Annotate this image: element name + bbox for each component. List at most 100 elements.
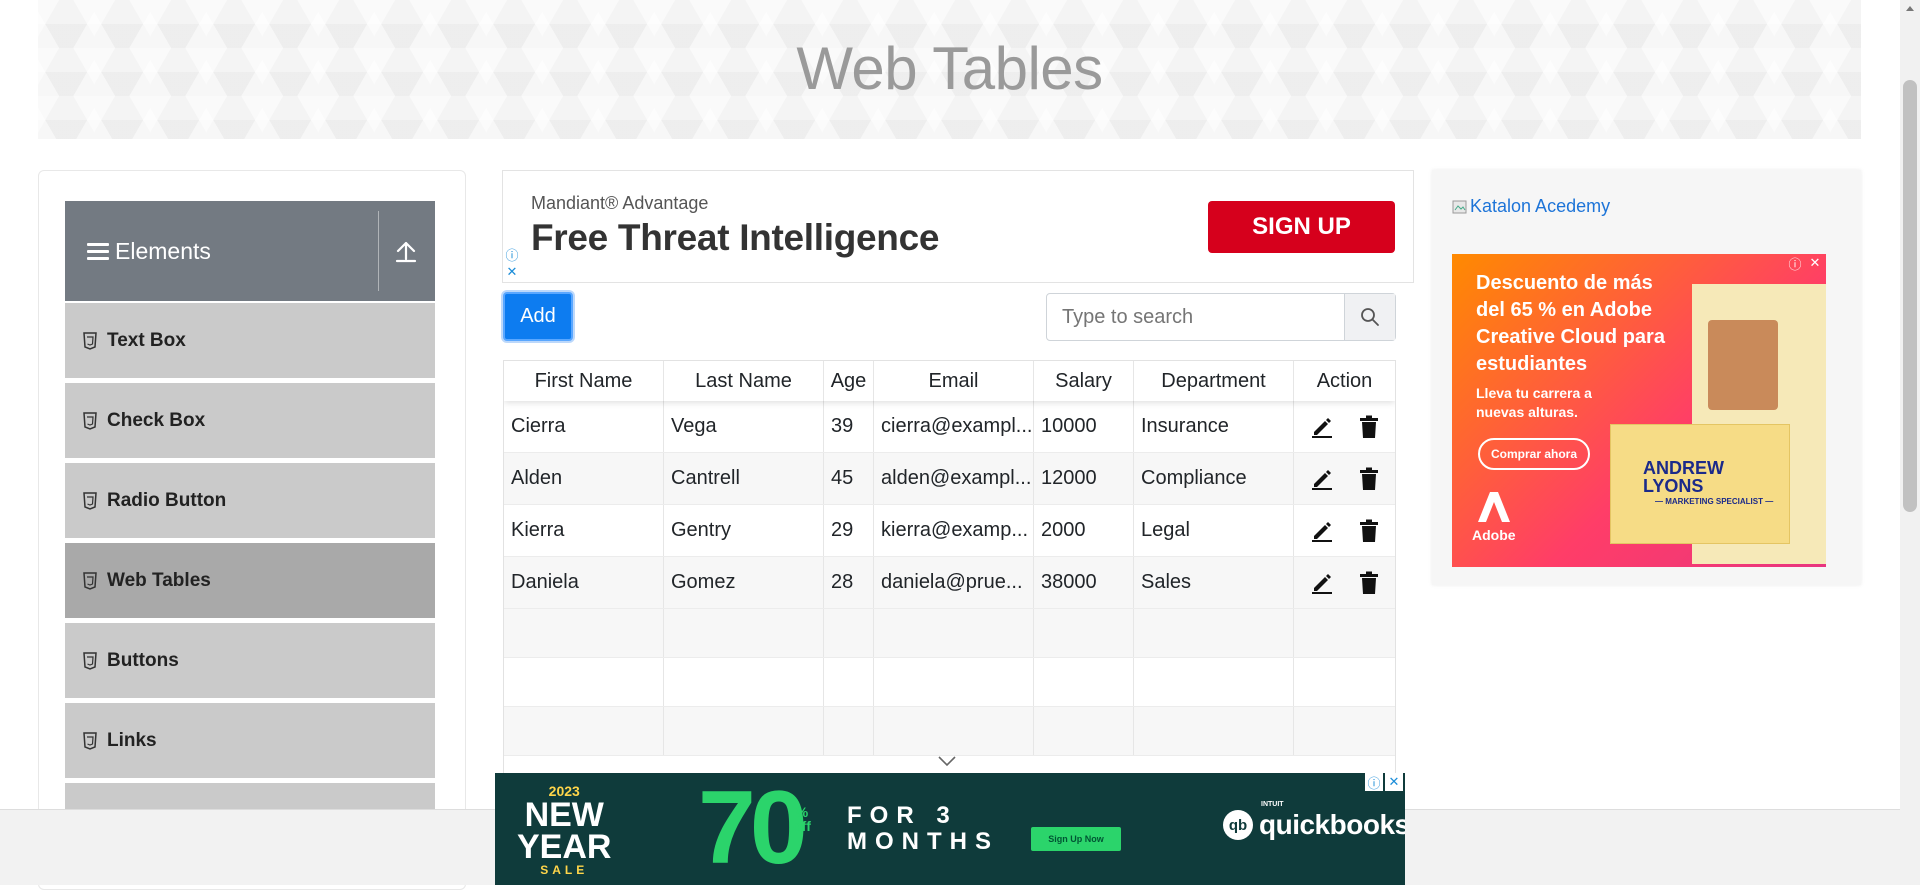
column-header[interactable]: Email — [874, 361, 1034, 401]
table-cell: 38000 — [1034, 557, 1134, 608]
quickbooks-wordmark: quickbooks — [1259, 809, 1405, 840]
hamburger-icon — [87, 242, 109, 260]
ad-info-icon[interactable]: ⓘ — [1786, 254, 1804, 272]
table-cell: Legal — [1134, 505, 1294, 556]
add-record-button[interactable]: Add — [503, 292, 573, 341]
ad-offer-line2: MONTHS — [847, 828, 999, 855]
page-title: Web Tables — [796, 35, 1103, 102]
table-cell — [824, 658, 874, 706]
scrollbar-thumb[interactable] — [1903, 80, 1917, 512]
table-cell — [824, 609, 874, 657]
sidebar-item-label: Check Box — [107, 409, 206, 431]
ad-info-icon[interactable]: ⓘ — [1365, 773, 1383, 791]
sidebar-item-label: Links — [107, 729, 157, 751]
new-year-badge: 2023 NEW YEAR SALE — [517, 783, 611, 877]
adobe-ad-subline: Lleva tu carrera a nuevas alturas. — [1476, 385, 1592, 420]
delete-trash-icon[interactable] — [1358, 415, 1380, 439]
table-cell: Cierra — [504, 401, 664, 452]
search-box — [1046, 293, 1396, 341]
ad-new: NEW — [524, 796, 604, 834]
portrait-image — [1708, 320, 1778, 410]
right-ad-panel: Katalon Acedemy Descuento de más del 65 … — [1432, 170, 1861, 585]
table-cell: 39 — [824, 401, 874, 452]
search-icon — [1361, 308, 1379, 326]
edit-pencil-icon[interactable] — [1310, 571, 1334, 595]
table-cell: Kierra — [504, 505, 664, 556]
sidebar-item-label: Radio Button — [107, 489, 227, 511]
row-actions — [1294, 401, 1395, 452]
table-cell — [1034, 658, 1134, 706]
adobe-buy-button[interactable]: Comprar ahora — [1478, 438, 1590, 470]
ad-signup-button[interactable]: SIGN UP — [1208, 201, 1395, 253]
sidebar-item-web-tables[interactable]: Web Tables — [65, 541, 435, 618]
top-ad-banner[interactable]: Mandiant® Advantage Free Threat Intellig… — [502, 170, 1414, 283]
column-header[interactable]: Last Name — [664, 361, 824, 401]
delete-trash-icon[interactable] — [1358, 467, 1380, 491]
intuit-label: INTUIT — [1261, 801, 1284, 808]
sidebar-item-text-box[interactable]: Text Box — [65, 301, 435, 378]
table-cell — [874, 707, 1034, 755]
katalon-ad-link[interactable]: Katalon Acedemy — [1452, 196, 1610, 217]
search-button[interactable] — [1344, 294, 1395, 340]
column-header[interactable]: Department — [1134, 361, 1294, 401]
collapse-arrow-icon[interactable] — [395, 237, 417, 265]
adobe-ad-headline: Descuento de más del 65 % en Adobe Creat… — [1476, 272, 1665, 375]
ad-close-icon[interactable]: ✕ — [1385, 773, 1403, 791]
delete-trash-icon[interactable] — [1358, 519, 1380, 543]
group-title: Elements — [115, 237, 211, 264]
html5-icon — [83, 331, 97, 350]
table-row: Cierra Vega 39 cierra@exampl... 10000 Insuran… — [504, 401, 1395, 453]
table-cell — [1294, 609, 1395, 657]
table-cell: Gomez — [664, 557, 824, 608]
ad-year-word: YEAR — [517, 828, 612, 866]
elements-group-header[interactable]: Elements — [65, 201, 435, 301]
table-cell: Insurance — [1134, 401, 1294, 452]
adobe-a-icon — [1477, 492, 1510, 522]
delete-trash-icon[interactable] — [1358, 571, 1380, 595]
header-divider — [378, 211, 379, 291]
table-cell — [504, 609, 664, 657]
table-cell: Cantrell — [664, 453, 824, 504]
table-row-empty — [504, 658, 1395, 707]
sidebar-item-buttons[interactable]: Buttons — [65, 621, 435, 698]
table-cell — [874, 658, 1034, 706]
table-row-empty — [504, 707, 1395, 756]
quickbooks-icon: qb — [1223, 810, 1253, 840]
column-header[interactable]: Age — [824, 361, 874, 401]
table-cell: Sales — [1134, 557, 1294, 608]
table-cell — [824, 707, 874, 755]
table-cell: Vega — [664, 401, 824, 452]
table-cell — [874, 609, 1034, 657]
row-actions — [1294, 557, 1395, 608]
sidebar-item-links[interactable]: Links — [65, 701, 435, 778]
bottom-ad-banner[interactable]: 2023 NEW YEAR SALE 70 % off FOR 3 MONTHS… — [495, 773, 1405, 885]
html5-icon — [83, 731, 97, 750]
ad-close-icon[interactable]: ✕ — [503, 263, 521, 281]
scroll-up-arrow-icon[interactable] — [1905, 4, 1915, 12]
table-cell: 28 — [824, 557, 874, 608]
ad-off: % off — [793, 804, 811, 834]
table-cell: alden@exampl... — [874, 453, 1034, 504]
table-cell: cierra@exampl... — [874, 401, 1034, 452]
ad-info-icon[interactable]: ⓘ — [503, 245, 521, 263]
adobe-ad[interactable]: Descuento de más del 65 % en Adobe Creat… — [1452, 254, 1826, 567]
ad-signup-now-button[interactable]: Sign Up Now — [1031, 827, 1121, 851]
sidebar-item-check-box[interactable]: Check Box — [65, 381, 435, 458]
table-cell — [664, 658, 824, 706]
column-header[interactable]: Salary — [1034, 361, 1134, 401]
edit-pencil-icon[interactable] — [1310, 415, 1334, 439]
table-cell: Compliance — [1134, 453, 1294, 504]
edit-pencil-icon[interactable] — [1310, 467, 1334, 491]
table-cell — [1134, 658, 1294, 706]
chevron-down-icon[interactable] — [937, 755, 957, 767]
column-header[interactable]: Action — [1294, 361, 1395, 401]
adobe-logo: Adobe — [1472, 490, 1516, 543]
ad-close-icon[interactable]: ✕ — [1806, 254, 1824, 272]
table-row-empty — [504, 609, 1395, 658]
column-header[interactable]: First Name — [504, 361, 664, 401]
edit-pencil-icon[interactable] — [1310, 519, 1334, 543]
search-input[interactable] — [1047, 294, 1344, 340]
html5-icon — [83, 491, 97, 510]
sidebar-item-radio-button[interactable]: Radio Button — [65, 461, 435, 538]
sidebar-item-label: Text Box — [107, 329, 186, 351]
